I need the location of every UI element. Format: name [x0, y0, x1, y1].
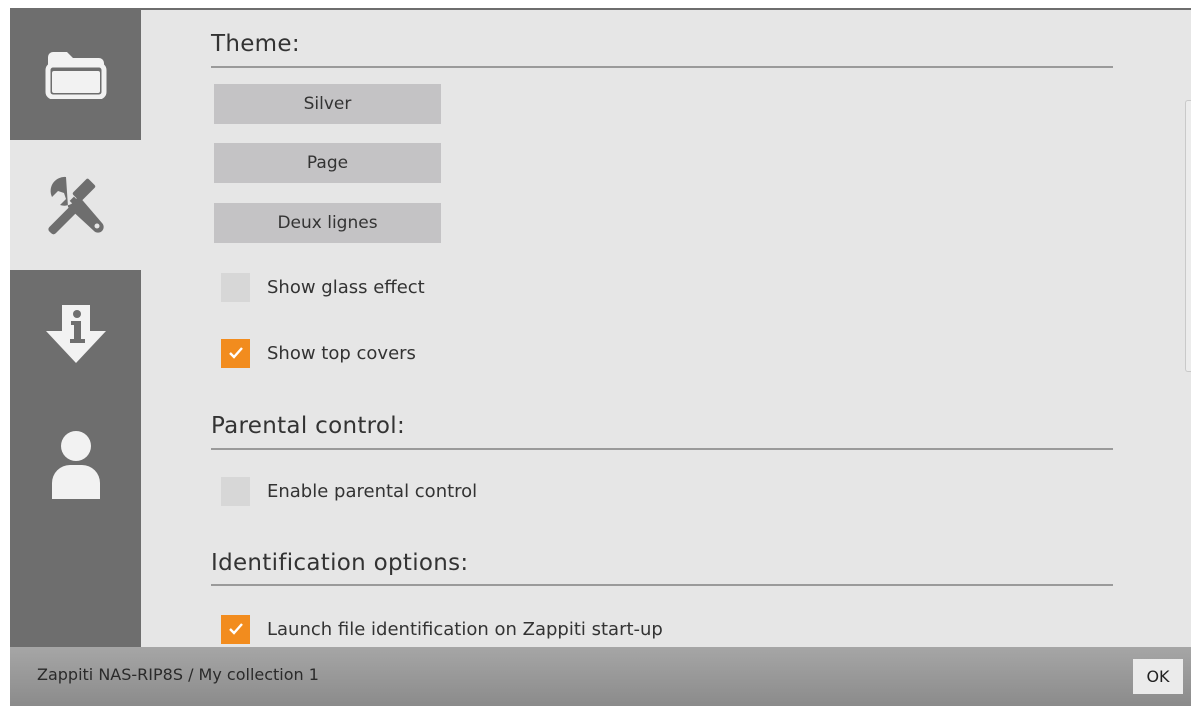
- option-top-covers[interactable]: Show top covers: [221, 338, 416, 368]
- section-title-identification: Identification options:: [211, 550, 469, 576]
- sidebar: [10, 10, 141, 647]
- parental-control-checkbox[interactable]: [221, 476, 250, 506]
- section-divider: [211, 584, 1113, 586]
- download-info-icon: [44, 303, 108, 367]
- tab-settings[interactable]: [10, 140, 141, 270]
- launch-identification-label: Launch file identification on Zappiti st…: [267, 618, 663, 640]
- folder-icon: [43, 51, 109, 99]
- checkmark-icon: [228, 347, 243, 359]
- section-divider: [211, 448, 1113, 450]
- top-covers-label: Show top covers: [267, 342, 416, 364]
- breadcrumb: Zappiti NAS-RIP8S / My collection 1: [37, 665, 319, 684]
- scrollbar-thumb[interactable]: [1185, 100, 1191, 372]
- settings-panel: Theme: Silver Page Deux lignes Show glas…: [141, 10, 1184, 647]
- section-title-theme: Theme:: [211, 31, 300, 57]
- tab-profile[interactable]: [10, 400, 141, 530]
- launch-identification-checkbox[interactable]: [221, 614, 250, 644]
- option-glass-effect[interactable]: Show glass effect: [221, 272, 425, 302]
- glass-effect-label: Show glass effect: [267, 276, 425, 298]
- theme-deux-lignes-button[interactable]: Deux lignes: [214, 203, 441, 243]
- glass-effect-checkbox[interactable]: [221, 272, 250, 302]
- section-divider: [211, 66, 1113, 68]
- user-icon: [50, 429, 102, 501]
- top-covers-checkbox[interactable]: [221, 338, 250, 368]
- parental-control-label: Enable parental control: [267, 480, 478, 502]
- ok-button[interactable]: OK: [1133, 659, 1183, 694]
- option-parental-control[interactable]: Enable parental control: [221, 476, 477, 506]
- option-launch-identification[interactable]: Launch file identification on Zappiti st…: [221, 614, 663, 644]
- tab-library[interactable]: [10, 10, 141, 140]
- theme-silver-button[interactable]: Silver: [214, 84, 441, 124]
- status-bar: Zappiti NAS-RIP8S / My collection 1 OK: [10, 647, 1191, 706]
- section-title-parental: Parental control:: [211, 413, 405, 439]
- tab-info[interactable]: [10, 270, 141, 400]
- tools-icon: [44, 173, 108, 237]
- theme-page-button[interactable]: Page: [214, 143, 441, 183]
- checkmark-icon: [228, 623, 243, 635]
